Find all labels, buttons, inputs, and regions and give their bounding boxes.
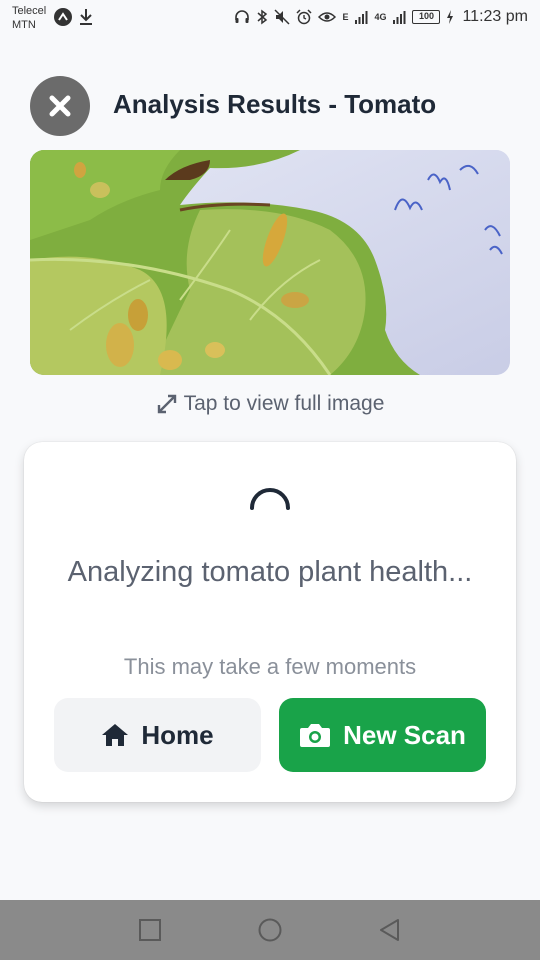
carrier-name-2: MTN xyxy=(12,19,36,31)
navigation-bar xyxy=(0,900,540,960)
camera-icon xyxy=(300,724,331,747)
page-title: Analysis Results - Tomato xyxy=(113,89,437,119)
clock: 11:23 pm xyxy=(462,8,528,25)
plant-image[interactable] xyxy=(30,150,510,375)
carrier-label: Telecel MTN xyxy=(12,4,46,32)
alarm-icon xyxy=(296,9,312,25)
home-icon xyxy=(102,724,129,746)
new-scan-button-label: New Scan xyxy=(343,719,466,750)
analysis-status: Analyzing tomato plant health... xyxy=(67,556,473,588)
notification-app-icon xyxy=(54,8,72,26)
home-button[interactable]: Home xyxy=(54,698,261,772)
close-icon xyxy=(49,95,71,117)
charging-icon xyxy=(447,10,454,24)
home-nav-icon[interactable] xyxy=(258,918,282,942)
close-button[interactable] xyxy=(30,76,90,136)
carrier-name-1: Telecel xyxy=(12,5,47,17)
home-button-label: Home xyxy=(141,719,214,750)
signal-strength-icon xyxy=(355,11,368,24)
mute-icon xyxy=(274,9,290,25)
analysis-subtext: This may take a few moments xyxy=(123,654,417,679)
signal-e-label: E xyxy=(342,12,349,22)
signal-strength-icon-2 xyxy=(393,11,406,24)
battery-icon: 100 xyxy=(412,10,441,24)
download-icon xyxy=(80,9,92,25)
network-type-label: 4G xyxy=(374,12,387,22)
loading-spinner-icon xyxy=(250,488,290,510)
status-bar: Telecel MTN E 4G 100 11:23 pm xyxy=(0,0,540,38)
view-full-image-link[interactable]: Tap to view full image xyxy=(0,392,540,416)
expand-icon xyxy=(157,394,176,414)
eye-comfort-icon xyxy=(318,12,337,22)
analysis-card: Analyzing tomato plant health... This ma… xyxy=(24,442,516,802)
bluetooth-icon xyxy=(257,9,268,25)
recent-apps-icon[interactable] xyxy=(138,918,162,942)
view-full-image-label: Tap to view full image xyxy=(183,392,385,415)
new-scan-button[interactable]: New Scan xyxy=(279,698,486,772)
headphones-icon xyxy=(235,10,250,23)
back-nav-icon[interactable] xyxy=(378,918,402,942)
